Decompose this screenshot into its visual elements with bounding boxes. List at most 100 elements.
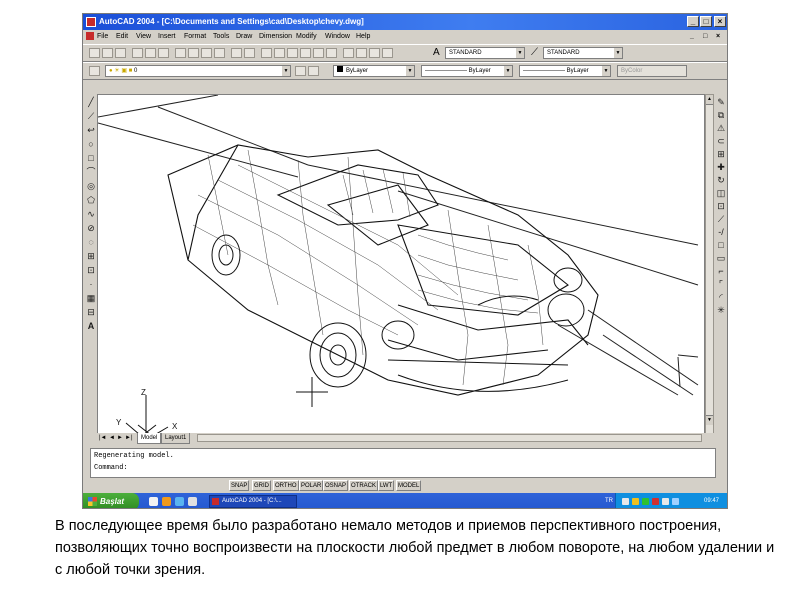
arc-icon[interactable]: ⌒ bbox=[85, 167, 97, 178]
tray-volume-icon[interactable] bbox=[662, 498, 669, 505]
donut-icon[interactable]: ◎ bbox=[85, 181, 97, 192]
taskbar-task-autocad[interactable]: AutoCAD 2004 - [C:\... bbox=[209, 495, 297, 508]
point-icon[interactable]: · bbox=[85, 279, 97, 290]
quicklaunch-firefox-icon[interactable] bbox=[162, 497, 171, 506]
redo-icon[interactable] bbox=[244, 48, 255, 58]
tray-update-icon[interactable] bbox=[642, 498, 649, 505]
tab-last-icon[interactable]: ►| bbox=[125, 433, 133, 443]
trim-icon[interactable]: ⟋ bbox=[715, 214, 727, 225]
menu-file[interactable]: File bbox=[97, 30, 108, 43]
multiline-text-icon[interactable]: A bbox=[85, 321, 97, 332]
layer-manager-icon[interactable] bbox=[89, 66, 100, 76]
menu-help[interactable]: Help bbox=[356, 30, 370, 43]
tab-prev-icon[interactable]: ◄ bbox=[109, 433, 115, 443]
make-layer-current-icon[interactable] bbox=[295, 66, 306, 76]
zoom-realtime-icon[interactable] bbox=[300, 48, 311, 58]
scroll-up-icon[interactable]: ▲ bbox=[706, 95, 713, 105]
move-icon[interactable]: ✚ bbox=[715, 162, 727, 173]
pan-icon[interactable] bbox=[287, 48, 298, 58]
ellipse-icon[interactable]: ⊘ bbox=[85, 223, 97, 234]
drawing-area[interactable]: Z Y X bbox=[97, 94, 705, 434]
language-indicator[interactable]: TR bbox=[605, 493, 613, 508]
insert-block-icon[interactable]: ⊞ bbox=[85, 251, 97, 262]
construction-line-icon[interactable]: ⟋ bbox=[85, 111, 97, 122]
title-bar[interactable]: AutoCAD 2004 - [C:\Documents and Setting… bbox=[83, 14, 727, 30]
polyline-icon[interactable]: ↩ bbox=[85, 125, 97, 136]
menu-edit[interactable]: Edit bbox=[116, 30, 128, 43]
zoom-window-icon[interactable] bbox=[313, 48, 324, 58]
menu-view[interactable]: View bbox=[136, 30, 151, 43]
rotate-icon[interactable]: ↻ bbox=[715, 175, 727, 186]
start-button[interactable]: Başlat bbox=[83, 493, 139, 508]
erase-icon[interactable]: ✎ bbox=[715, 97, 727, 108]
tray-antivirus-icon[interactable] bbox=[652, 498, 659, 505]
model-toggle[interactable]: MODEL bbox=[396, 480, 422, 491]
command-prompt[interactable]: Command: bbox=[94, 464, 128, 472]
scroll-down-icon[interactable]: ▼ bbox=[706, 415, 713, 425]
offset-icon[interactable]: ⊂ bbox=[715, 136, 727, 147]
menu-dimension[interactable]: Dimension bbox=[259, 30, 292, 43]
break-icon[interactable]: ▭ bbox=[715, 253, 727, 264]
help-icon[interactable] bbox=[382, 48, 393, 58]
snap-toggle[interactable]: SNAP bbox=[229, 480, 250, 491]
print-preview-icon[interactable] bbox=[145, 48, 156, 58]
menu-format[interactable]: Format bbox=[184, 30, 206, 43]
linetype-dropdown[interactable]: ——————— ByLayer ▼ bbox=[421, 65, 513, 77]
join-icon[interactable]: ⌜ bbox=[715, 279, 727, 290]
tray-security-icon[interactable] bbox=[632, 498, 639, 505]
print-icon[interactable] bbox=[132, 48, 143, 58]
menu-window[interactable]: Window bbox=[325, 30, 350, 43]
hatch-icon[interactable]: ▦ bbox=[85, 293, 97, 304]
properties-icon[interactable] bbox=[343, 48, 354, 58]
break-at-point-icon[interactable]: □ bbox=[715, 240, 727, 251]
ucs-icon[interactable] bbox=[274, 48, 285, 58]
tray-display-icon[interactable] bbox=[672, 498, 679, 505]
close-button[interactable]: × bbox=[714, 16, 726, 27]
line-icon[interactable]: ╱ bbox=[85, 97, 97, 108]
make-block-icon[interactable]: ⊡ bbox=[85, 265, 97, 276]
extend-icon[interactable]: -/ bbox=[715, 227, 727, 238]
undo-icon[interactable] bbox=[231, 48, 242, 58]
copy-object-icon[interactable]: ⧉ bbox=[715, 110, 727, 121]
mirror-icon[interactable]: ⚠ bbox=[715, 123, 727, 134]
tray-network-icon[interactable] bbox=[622, 498, 629, 505]
copy-icon[interactable] bbox=[188, 48, 199, 58]
lineweight-dropdown[interactable]: ——————— ByLayer ▼ bbox=[519, 65, 611, 77]
otrack-toggle[interactable]: OTRACK bbox=[349, 480, 379, 491]
stretch-icon[interactable]: ⊡ bbox=[715, 201, 727, 212]
polygon-icon[interactable]: ⬠ bbox=[85, 195, 97, 206]
circle-icon[interactable]: ○ bbox=[85, 139, 97, 150]
tab-next-icon[interactable]: ► bbox=[117, 433, 123, 443]
dim-style-dropdown[interactable]: STANDARD ▼ bbox=[543, 47, 623, 59]
text-style-dropdown[interactable]: STANDARD ▼ bbox=[445, 47, 525, 59]
ellipse-arc-icon[interactable]: ◌ bbox=[85, 237, 97, 248]
hyperlink-icon[interactable] bbox=[261, 48, 272, 58]
document-icon[interactable] bbox=[86, 32, 94, 40]
cut-icon[interactable] bbox=[175, 48, 186, 58]
chamfer-icon[interactable]: ⌐ bbox=[715, 266, 727, 277]
menu-modify[interactable]: Modify bbox=[296, 30, 317, 43]
menu-insert[interactable]: Insert bbox=[158, 30, 176, 43]
quicklaunch-desktop-icon[interactable] bbox=[149, 497, 158, 506]
menu-tools[interactable]: Tools bbox=[213, 30, 229, 43]
color-dropdown[interactable]: ByLayer ▼ bbox=[333, 65, 415, 77]
match-properties-icon[interactable] bbox=[214, 48, 225, 58]
doc-minimize-button[interactable]: _ bbox=[690, 30, 694, 43]
ortho-toggle[interactable]: ORTHO bbox=[273, 480, 299, 491]
minimize-button[interactable]: _ bbox=[687, 16, 699, 27]
doc-restore-button[interactable]: □ bbox=[703, 30, 707, 43]
quicklaunch-explorer-icon[interactable] bbox=[188, 497, 197, 506]
command-window[interactable]: Regenerating model. Command: bbox=[90, 448, 716, 478]
tab-first-icon[interactable]: |◄ bbox=[99, 433, 107, 443]
clock[interactable]: 09:47 bbox=[704, 493, 719, 508]
tab-model[interactable]: Model bbox=[137, 433, 162, 444]
rectangle-icon[interactable]: □ bbox=[85, 153, 97, 164]
tool-palettes-icon[interactable] bbox=[369, 48, 380, 58]
vertical-scrollbar[interactable]: ▲ ▼ bbox=[705, 94, 714, 434]
grid-toggle[interactable]: GRID bbox=[252, 480, 271, 491]
tab-layout1[interactable]: Layout1 bbox=[161, 433, 191, 444]
spline-icon[interactable]: ∿ bbox=[85, 209, 97, 220]
fillet-icon[interactable]: ◜ bbox=[715, 292, 727, 303]
doc-close-button[interactable]: × bbox=[716, 30, 720, 43]
polar-toggle[interactable]: POLAR bbox=[299, 480, 324, 491]
